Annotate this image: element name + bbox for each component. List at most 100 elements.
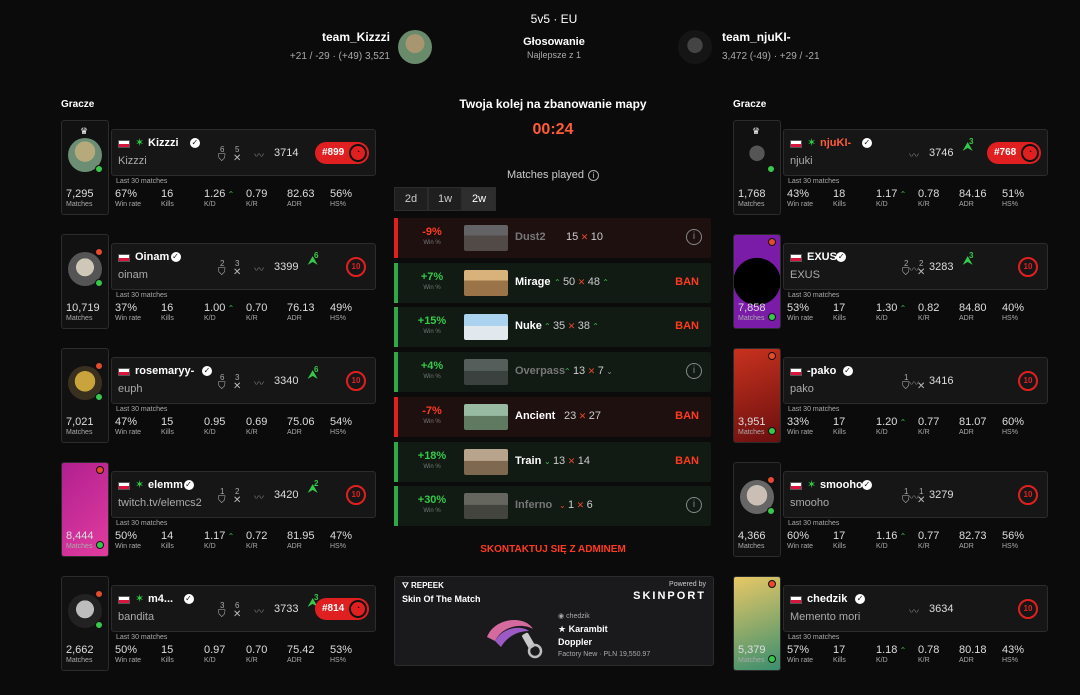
stat-label: Win rate xyxy=(787,315,814,322)
stat-value: 50% xyxy=(115,644,141,656)
ban-button[interactable]: BAN xyxy=(675,320,699,332)
online-dot-icon xyxy=(768,655,776,663)
level-up-count: 3 xyxy=(969,251,974,260)
team-right-avatar[interactable] xyxy=(678,30,712,64)
player-card[interactable]: EXUS ✓ EXUS 2 2 ⛉ ✕ 〰 3283 ⮝ 3 10 xyxy=(783,243,1048,290)
map-row[interactable]: -9% Win % Dust2 15 ✕ 10 i xyxy=(394,218,711,258)
stat-value: 1.30 ⌃ xyxy=(876,302,906,314)
stat-value: 54% xyxy=(330,416,352,428)
map-row[interactable]: -7% Win % Ancient 23 ✕ 27 BAN xyxy=(394,396,711,437)
ban-button[interactable]: BAN xyxy=(675,276,699,288)
player-name[interactable]: EXUS xyxy=(807,251,837,263)
trend-up-icon: ⌃ xyxy=(554,277,563,287)
player-card[interactable]: Oinam ✓ oinam 2 3 ⛉ ✕ 〰 3399 ⮝ 6 10 xyxy=(111,243,376,290)
player-name[interactable]: rosemaryy- xyxy=(135,365,194,377)
map-row[interactable]: +15% Win % Nuke ⌃ 35 ✕ 38 ⌃ BAN xyxy=(394,307,711,348)
info-icon[interactable]: i xyxy=(588,170,600,181)
stat-hs: 56% HS% xyxy=(330,188,352,208)
stat-value: 56% xyxy=(1002,530,1024,542)
tab-2d[interactable]: 2d xyxy=(394,187,428,211)
match-format: Najlepsze z 1 xyxy=(526,50,582,60)
info-icon[interactable]: i xyxy=(686,363,702,380)
elo-trend-icon: 〰 xyxy=(909,379,919,390)
stat-number: 84.80 xyxy=(959,302,987,314)
player-name[interactable]: chedzik xyxy=(807,593,847,605)
rank-badge: #768 ◔ xyxy=(987,142,1041,164)
elo-trend-icon: 〰 xyxy=(254,607,264,618)
map-thumbnail xyxy=(464,269,508,296)
stat-label: HS% xyxy=(330,429,346,436)
stat-number: 14 xyxy=(161,530,174,542)
info-icon[interactable]: i xyxy=(686,497,702,514)
info-icon[interactable]: i xyxy=(686,229,702,245)
player-card[interactable]: ✶ smooho ✓ smooho 1 1 ⛉ ✕ 〰 3279 10 xyxy=(783,471,1048,518)
skin-owner: ◉ chedzik xyxy=(558,613,590,620)
map-score: 23 ✕ 27 xyxy=(564,410,601,422)
stat-hs: 40% HS% xyxy=(1002,302,1024,322)
player-subtitle: pako xyxy=(790,383,814,395)
stat-label: Kills xyxy=(833,201,846,208)
stat-value: 75.42 xyxy=(287,644,315,656)
last-30-label: Last 30 matches xyxy=(116,406,168,413)
stat-number: 1.20 xyxy=(876,416,898,428)
player-card[interactable]: ✶ njuKI- ✓ njuki 〰 3746 ⮝ 3 #768 ◔ xyxy=(783,129,1048,176)
stat-label: Matches xyxy=(738,201,765,208)
stat-value: 1.00 ⌃ xyxy=(204,302,234,314)
result-bar xyxy=(394,396,398,437)
stat-value: 1.18 ⌃ xyxy=(876,644,906,656)
sponsor-logo[interactable]: SKINPORT xyxy=(633,590,706,602)
stat-label: Matches xyxy=(66,201,93,208)
elo-value: 3399 xyxy=(274,261,299,273)
stat-number: 7,295 xyxy=(66,188,94,200)
map-row[interactable]: +4% Win % Overpass ⌃ 13 ✕ 7 ⌄ i xyxy=(394,352,711,393)
player-name[interactable]: elemm xyxy=(148,479,183,491)
stat-label: Win rate xyxy=(787,201,814,208)
matches-played-header: Matches played i xyxy=(394,169,712,181)
skin-of-the-match-card[interactable]: ⛛ REPEEK Skin Of The Match Powered by SK… xyxy=(394,576,714,666)
tab-1w[interactable]: 1w xyxy=(428,187,462,211)
player-name[interactable]: njuKI- xyxy=(820,137,851,149)
ban-button[interactable]: BAN xyxy=(675,455,699,467)
ban-button[interactable]: BAN xyxy=(675,410,699,422)
stat-matches: 7,295 Matches xyxy=(66,188,94,208)
stat-number: 7,858 xyxy=(738,302,766,314)
player-card[interactable]: -pako ✓ pako 1 ⛉ ✕ 〰 3416 10 xyxy=(783,357,1048,404)
stat-number: 80.18 xyxy=(959,644,987,656)
player-card[interactable]: ✶ Kizzzi ✓ Kizzzi 6 5 ⛉ ✕ 〰 3714 #899 ◔ xyxy=(111,129,376,176)
stat-value: 43% xyxy=(787,188,813,200)
map-row[interactable]: +18% Win % Train ⌄ 13 ✕ 14 BAN xyxy=(394,441,711,482)
map-row[interactable]: +30% Win % Inferno ⌄ 1 ✕ 6 i xyxy=(394,486,711,527)
contact-admin-link[interactable]: SKONTAKTUJ SIĘ Z ADMINEM xyxy=(394,544,712,555)
stat-number: 0.78 xyxy=(918,188,940,200)
stat-label: Kills xyxy=(161,657,174,664)
stat-number: 40% xyxy=(1002,302,1025,314)
trend-icon: ⌃ xyxy=(589,322,599,332)
crossed-swords-icon: ✕ xyxy=(233,153,242,164)
team-right[interactable]: team_njuKI- 3,472 (-49) · +29 / -21 xyxy=(722,30,922,62)
level-up-icon: ⮝ 2 xyxy=(308,479,319,495)
map-winpct-label: Win % xyxy=(423,240,441,246)
player-subtitle: Memento mori xyxy=(790,611,861,623)
team-left[interactable]: team_Kizzzi +21 / -29 · (+49) 3,521 xyxy=(200,30,390,62)
tab-2w[interactable]: 2w xyxy=(462,187,496,211)
map-row[interactable]: +7% Win % Mirage ⌃ 50 ✕ 48 ⌃ BAN xyxy=(394,262,711,303)
stat-value: 51% xyxy=(1002,188,1024,200)
player-name[interactable]: -pako xyxy=(807,365,836,377)
player-card[interactable]: ✶ m4... ✓ bandita 3 6 ⛉ ✕ 〰 3733 ⮝ 3 #814 ◔ xyxy=(111,585,376,632)
player-card[interactable]: chedzik ✓ Memento mori 〰 3634 10 xyxy=(783,585,1048,632)
player-name[interactable]: smooho xyxy=(820,479,863,491)
player-name[interactable]: m4... xyxy=(148,593,173,605)
elo-trend-icon: 〰 xyxy=(254,493,264,504)
level-up-icon: ⮝ 6 xyxy=(308,251,319,267)
stat-number: 8,444 xyxy=(66,530,94,542)
player-card[interactable]: ✶ elemm ✓ twitch.tv/elemcs2 1 2 ⛉ ✕ 〰 3420 ⮝ 2 10 xyxy=(111,471,376,518)
team-left-avatar[interactable] xyxy=(398,30,432,64)
player-card[interactable]: rosemaryy- ✓ euph 6 3 ⛉ ✕ 〰 3340 ⮝ 6 10 xyxy=(111,357,376,404)
stat-value: 53% xyxy=(330,644,352,656)
player-name[interactable]: Oinam xyxy=(135,251,169,263)
stat-matches: 10,719 Matches xyxy=(66,302,100,322)
elo-value: 3416 xyxy=(929,375,954,387)
stat-label: ADR xyxy=(959,201,974,208)
stat-label: Kills xyxy=(833,657,846,664)
player-name[interactable]: Kizzzi xyxy=(148,137,179,149)
